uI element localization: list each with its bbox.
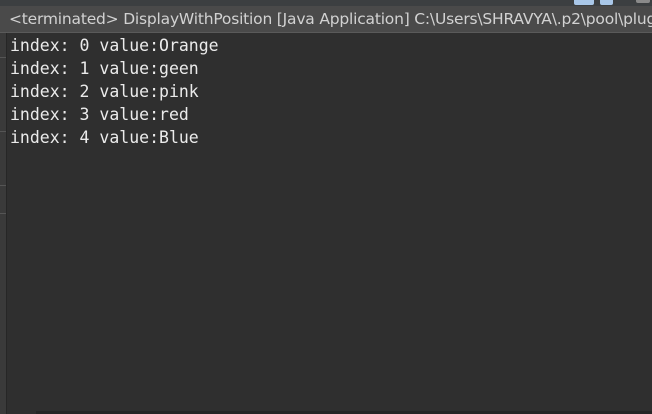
output-line: index: 0 value:Orange [10,36,219,55]
toolbar-button[interactable] [636,0,650,3]
console-view: <terminated> DisplayWithPosition [Java A… [0,0,652,414]
console-gutter [0,33,7,414]
output-line: index: 3 value:red [10,105,189,124]
output-line: index: 2 value:pink [10,82,199,101]
output-line: index: 1 value:geen [10,59,199,78]
gutter-mark [0,213,6,214]
console-title: <terminated> DisplayWithPosition [Java A… [9,10,652,28]
gutter-mark [0,131,6,132]
toolbar-button[interactable] [600,0,613,5]
toolbar-button[interactable] [574,0,594,5]
gutter-mark [0,57,6,58]
console-title-bar: <terminated> DisplayWithPosition [Java A… [0,6,652,33]
gutter-mark [0,185,6,186]
console-output[interactable]: index: 0 value:Orange index: 1 value:gee… [10,34,219,149]
output-line: index: 4 value:Blue [10,128,199,147]
